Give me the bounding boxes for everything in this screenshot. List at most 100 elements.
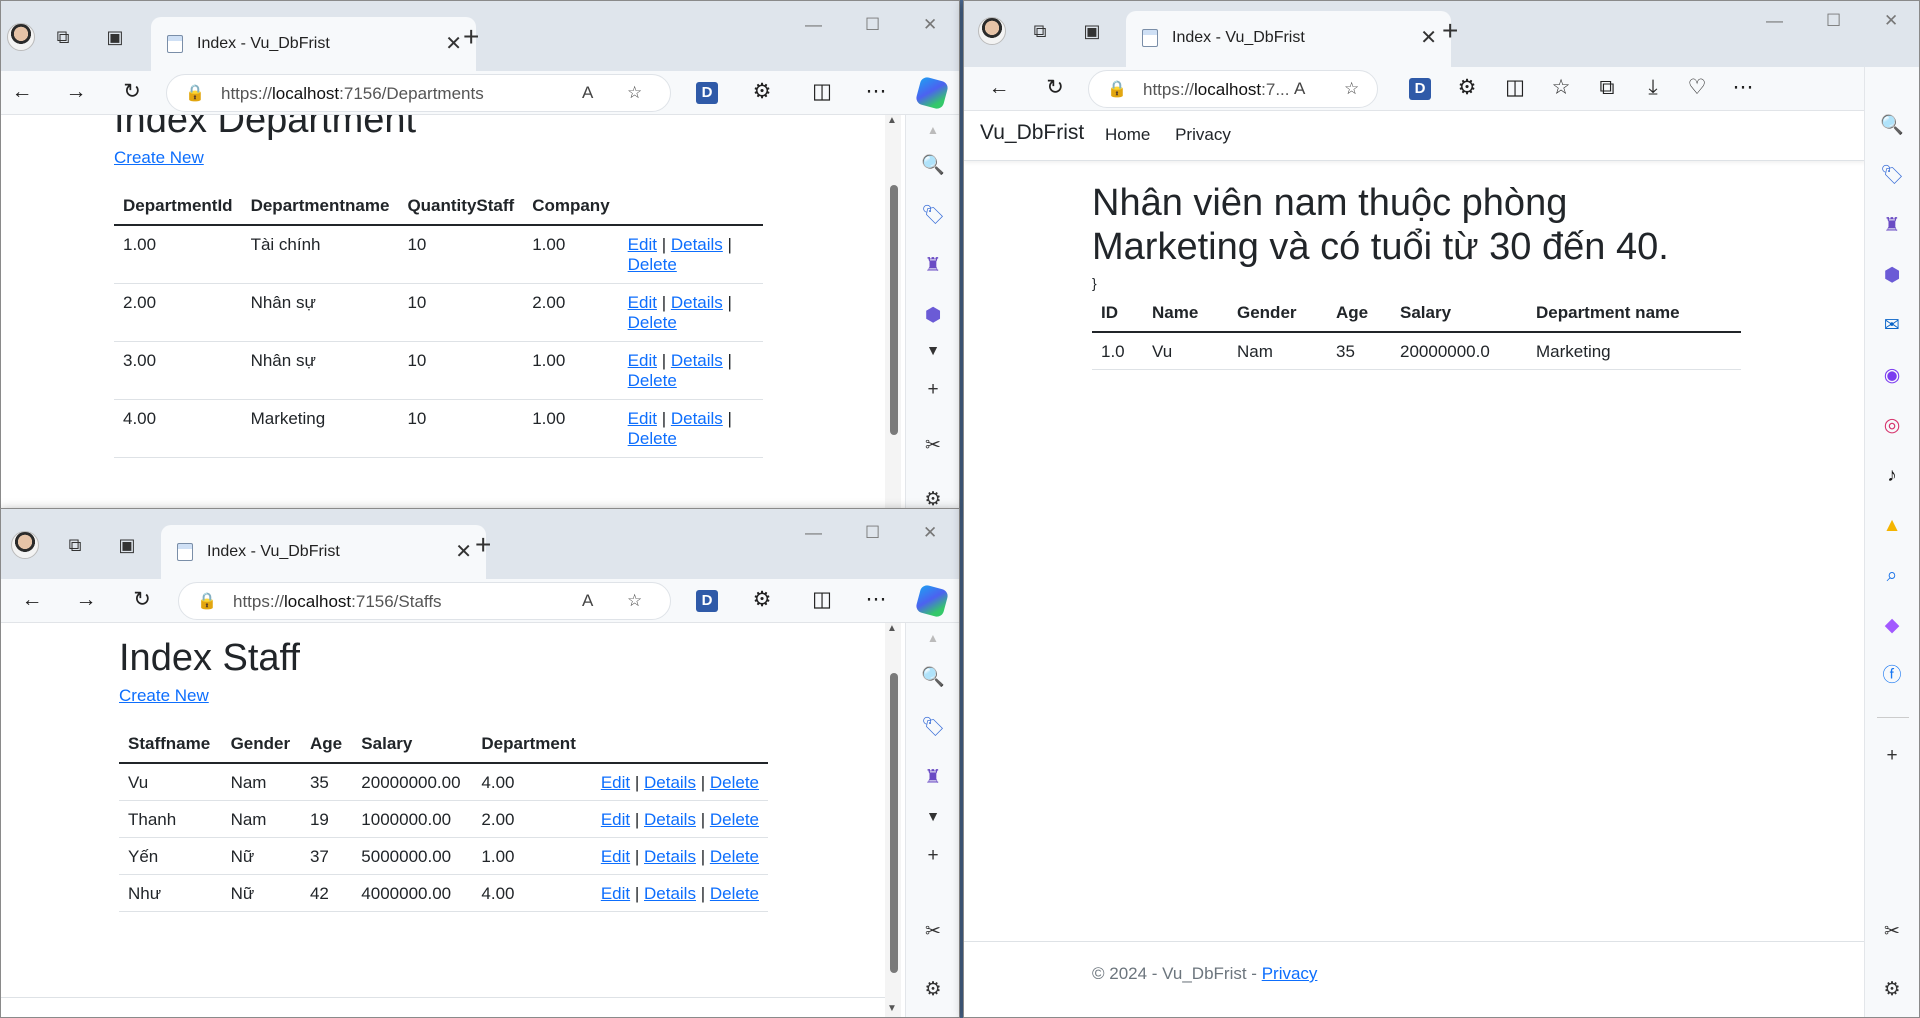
close-tab-icon[interactable]: ✕ <box>455 539 472 564</box>
details-link[interactable]: Details <box>644 884 696 903</box>
read-aloud-icon[interactable]: A <box>1294 79 1305 99</box>
settings-gear-icon[interactable]: ⚙ <box>920 977 946 1003</box>
profile-avatar[interactable] <box>978 17 1006 45</box>
bing-search-icon[interactable]: ⌕ <box>1879 563 1905 589</box>
scroll-down-icon[interactable]: ▼ <box>887 1003 897 1014</box>
close-tab-icon[interactable]: ✕ <box>445 31 462 56</box>
delete-link[interactable]: Delete <box>710 847 759 866</box>
delete-link[interactable]: Delete <box>710 884 759 903</box>
delete-link[interactable]: Delete <box>710 810 759 829</box>
add-sidebar-icon[interactable]: + <box>920 377 946 403</box>
edit-link[interactable]: Edit <box>628 235 657 254</box>
navbar-brand[interactable]: Vu_DbFrist <box>980 121 1084 145</box>
profile-avatar[interactable] <box>11 531 39 559</box>
browser-essentials-icon[interactable]: ♡ <box>1684 75 1710 101</box>
refresh-icon[interactable]: ↻ <box>119 79 145 105</box>
search-icon[interactable]: 🔍 <box>1879 113 1905 139</box>
extensions-icon[interactable]: ⚙ <box>749 587 775 613</box>
sidebar-expand-icon[interactable]: ▼ <box>920 803 946 829</box>
more-icon[interactable]: ⋯ <box>863 79 889 105</box>
create-new-link[interactable]: Create New <box>114 148 204 167</box>
delete-link[interactable]: Delete <box>710 773 759 792</box>
edit-link[interactable]: Edit <box>628 351 657 370</box>
sidebar-up-icon[interactable]: ▲ <box>920 625 946 651</box>
copilot-icon[interactable] <box>914 583 950 619</box>
workspaces-icon[interactable]: ⧉ <box>1028 19 1052 43</box>
collections-icon[interactable]: ⧉ <box>1594 75 1620 101</box>
close-button[interactable]: ✕ <box>1884 11 1898 31</box>
settings-gear-icon[interactable]: ⚙ <box>920 487 946 509</box>
profile-avatar[interactable] <box>7 23 35 51</box>
extension-d-icon[interactable]: D <box>1409 78 1431 100</box>
tiktok-icon[interactable]: ♪ <box>1879 463 1905 489</box>
details-link[interactable]: Details <box>644 847 696 866</box>
back-icon[interactable]: ← <box>9 79 35 105</box>
close-button[interactable]: ✕ <box>923 15 937 35</box>
tab-actions-icon[interactable]: ▣ <box>115 533 139 557</box>
maximize-button[interactable]: ☐ <box>1826 11 1841 31</box>
tab-actions-icon[interactable]: ▣ <box>1080 19 1104 43</box>
forward-icon[interactable]: → <box>63 79 89 105</box>
edit-link[interactable]: Edit <box>601 847 630 866</box>
vertical-scrollbar[interactable]: ▲ ▼ <box>885 623 901 1017</box>
sidebar-expand-icon[interactable]: ▼ <box>920 337 946 363</box>
vertical-scrollbar[interactable]: ▲ <box>885 115 901 509</box>
delete-link[interactable]: Delete <box>628 371 677 390</box>
tab-active[interactable]: Index - Vu_DbFrist ✕ <box>161 525 486 579</box>
shopping-icon[interactable]: 🏷 <box>920 203 946 229</box>
games-icon[interactable]: ♜ <box>920 253 946 279</box>
scrollbar-thumb[interactable] <box>890 185 898 435</box>
google-drive-icon[interactable]: ▲ <box>1879 513 1905 539</box>
tab-active[interactable]: Index - Vu_DbFrist ✕ <box>1126 11 1451 67</box>
edit-link[interactable]: Edit <box>628 293 657 312</box>
address-bar[interactable]: 🔒 https://localhost:7156/Staffs A ☆ <box>178 582 671 620</box>
create-new-link[interactable]: Create New <box>119 686 209 705</box>
delete-link[interactable]: Delete <box>628 255 677 274</box>
office-icon[interactable]: ⬢ <box>1879 263 1905 289</box>
minimize-button[interactable]: — <box>805 15 822 35</box>
downloads-icon[interactable]: ⤓ <box>1640 75 1666 101</box>
address-bar[interactable]: 🔒 https://localhost:7... A ☆ <box>1088 70 1378 108</box>
split-screen-icon[interactable]: ◫ <box>1502 75 1528 101</box>
more-icon[interactable]: ⋯ <box>1730 75 1756 101</box>
shopping-icon[interactable]: 🏷 <box>920 715 946 741</box>
search-icon[interactable]: 🔍 <box>920 665 946 691</box>
delete-link[interactable]: Delete <box>628 313 677 332</box>
nav-privacy[interactable]: Privacy <box>1175 125 1231 144</box>
screenshot-icon[interactable]: ✂ <box>920 433 946 459</box>
edit-link[interactable]: Edit <box>601 884 630 903</box>
extension-d-icon[interactable]: D <box>696 590 718 612</box>
office-icon[interactable]: ⬢ <box>920 303 946 329</box>
scroll-up-icon[interactable]: ▲ <box>887 623 897 634</box>
refresh-icon[interactable]: ↻ <box>129 587 155 613</box>
forward-icon[interactable]: → <box>73 587 99 613</box>
extension-d-icon[interactable]: D <box>696 82 718 104</box>
facebook-icon[interactable]: ⓕ <box>1879 663 1905 689</box>
split-screen-icon[interactable]: ◫ <box>809 79 835 105</box>
details-link[interactable]: Details <box>671 351 723 370</box>
sidebar-up-icon[interactable]: ▲ <box>920 117 946 143</box>
games-icon[interactable]: ♜ <box>920 765 946 791</box>
more-icon[interactable]: ⋯ <box>863 587 889 613</box>
new-tab-icon[interactable]: + <box>1442 15 1458 47</box>
edit-link[interactable]: Edit <box>601 773 630 792</box>
shopping-icon[interactable]: 🏷 <box>1879 163 1905 189</box>
read-aloud-icon[interactable]: A <box>582 83 593 103</box>
details-link[interactable]: Details <box>644 773 696 792</box>
extensions-icon[interactable]: ⚙ <box>1454 75 1480 101</box>
minimize-button[interactable]: — <box>1766 11 1783 31</box>
read-aloud-icon[interactable]: A <box>582 591 593 611</box>
delete-link[interactable]: Delete <box>628 429 677 448</box>
back-icon[interactable]: ← <box>986 75 1012 101</box>
extensions-icon[interactable]: ⚙ <box>749 79 775 105</box>
favorite-icon[interactable]: ☆ <box>627 591 642 611</box>
add-sidebar-icon[interactable]: + <box>1879 743 1905 769</box>
maximize-button[interactable]: ☐ <box>865 523 880 543</box>
nav-home[interactable]: Home <box>1105 125 1150 144</box>
screenshot-icon[interactable]: ✂ <box>920 919 946 945</box>
new-tab-icon[interactable]: + <box>463 21 479 53</box>
add-sidebar-icon[interactable]: + <box>920 843 946 869</box>
details-link[interactable]: Details <box>671 293 723 312</box>
refresh-icon[interactable]: ↻ <box>1042 75 1068 101</box>
close-tab-icon[interactable]: ✕ <box>1420 25 1437 50</box>
